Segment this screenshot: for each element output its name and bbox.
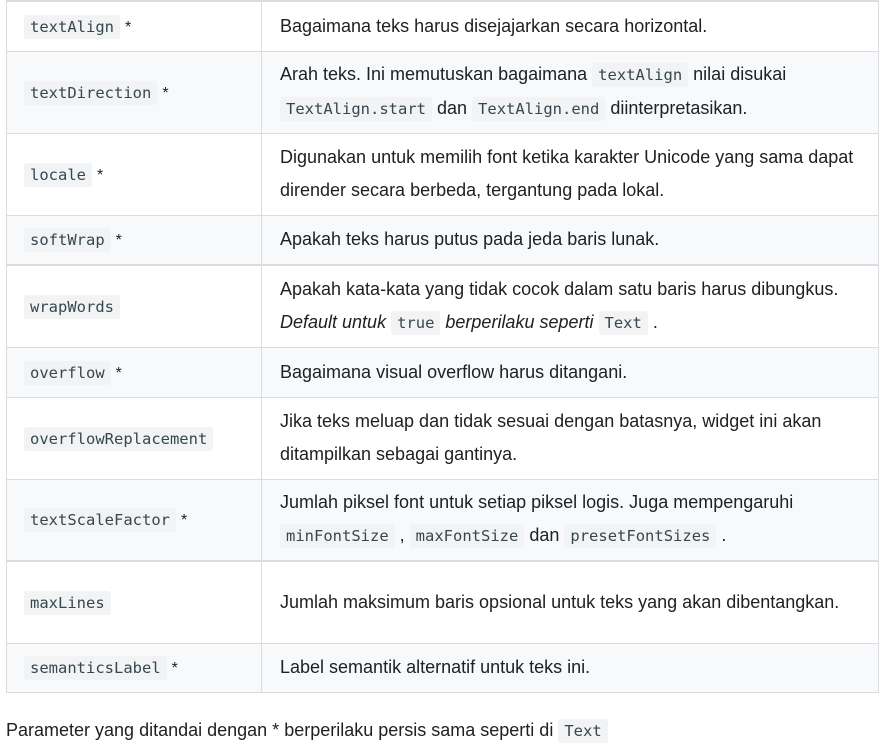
- param-description: Apakah teks harus putus pada jeda baris …: [261, 214, 879, 266]
- desc-text: nilai disukai: [688, 64, 787, 84]
- desc-text: Jumlah piksel font untuk setiap piksel l…: [280, 492, 794, 513]
- param-name: textScaleFactor: [24, 508, 176, 533]
- desc-italic: Default untuk: [280, 311, 392, 332]
- inline-code: minFontSize: [280, 524, 395, 549]
- param-name: locale: [24, 162, 92, 187]
- table-row: textDirection * Arah teks. Ini memutuska…: [6, 50, 879, 134]
- inline-code: maxFontSize: [409, 524, 525, 549]
- param-name: overflowReplacement: [24, 426, 214, 451]
- inline-code: true: [391, 310, 441, 335]
- table-row: softWrap * Apakah teks harus putus pada …: [6, 214, 879, 266]
- asterisk: *: [97, 166, 104, 184]
- param-name-cell: softWrap *: [6, 214, 262, 266]
- inline-code: textAlign: [592, 63, 689, 87]
- param-description: Bagaimana teks harus disejajarkan secara…: [261, 0, 879, 52]
- table-row: overflow * Bagaimana visual overflow har…: [6, 346, 879, 398]
- inline-code: Text: [598, 310, 648, 335]
- param-name-cell: locale *: [6, 132, 262, 216]
- parameters-table: textAlign * Bagaimana teks harus disejaj…: [6, 0, 879, 693]
- asterisk: *: [171, 660, 178, 677]
- desc-text: .: [647, 311, 658, 332]
- table-row: textAlign * Bagaimana teks harus disejaj…: [6, 0, 879, 52]
- param-name-cell: overflow *: [6, 346, 262, 398]
- param-description: Apakah kata-kata yang tidak cocok dalam …: [261, 264, 879, 348]
- param-name: wrapWords: [24, 294, 120, 319]
- param-description: Label semantik alternatif untuk teks ini…: [261, 642, 879, 693]
- page: textAlign * Bagaimana teks harus disejaj…: [0, 0, 896, 747]
- footnote-text: Parameter yang ditandai dengan * berperi…: [6, 720, 559, 740]
- param-name-cell: semanticsLabel *: [6, 642, 262, 693]
- param-description: Digunakan untuk memilih font ketika kara…: [261, 132, 879, 216]
- param-description: Arah teks. Ini memutuskan bagaimana text…: [261, 50, 879, 134]
- table-row: wrapWords Apakah kata-kata yang tidak co…: [6, 264, 879, 348]
- desc-text: dan: [524, 525, 565, 546]
- asterisk: *: [125, 18, 132, 36]
- param-description: Jumlah maksimum baris opsional untuk tek…: [261, 560, 879, 644]
- footnote: Parameter yang ditandai dengan * berperi…: [6, 714, 608, 747]
- inline-code: TextAlign.end: [472, 97, 606, 121]
- param-name-cell: overflowReplacement: [6, 396, 262, 480]
- table-row: maxLines Jumlah maksimum baris opsional …: [6, 560, 879, 644]
- param-name: maxLines: [24, 590, 111, 615]
- param-name: softWrap: [24, 228, 111, 253]
- param-name-cell: textScaleFactor *: [6, 478, 262, 562]
- desc-text: Apakah kata-kata yang tidak cocok dalam …: [280, 278, 839, 299]
- param-name: textDirection: [24, 80, 158, 105]
- param-name: overflow: [24, 360, 111, 385]
- inline-code: presetFontSizes: [564, 524, 717, 549]
- param-name-cell: textAlign *: [6, 0, 262, 52]
- asterisk: *: [162, 84, 169, 102]
- param-name: semanticsLabel: [24, 656, 167, 680]
- desc-text: Arah teks. Ini memutuskan bagaimana: [280, 64, 593, 84]
- param-name-cell: textDirection *: [6, 50, 262, 134]
- desc-text: diinterpretasikan.: [605, 98, 748, 118]
- param-description: Bagaimana visual overflow harus ditangan…: [261, 346, 879, 398]
- inline-code: TextAlign.start: [280, 97, 432, 121]
- param-description: Jumlah piksel font untuk setiap piksel l…: [261, 478, 879, 562]
- desc-italic: berperilaku seperti: [440, 311, 599, 332]
- param-description: Jika teks meluap dan tidak sesuai dengan…: [261, 396, 879, 480]
- inline-code: Text: [558, 719, 608, 743]
- param-name-cell: wrapWords: [6, 264, 262, 348]
- param-name: textAlign: [24, 14, 120, 39]
- table-row: textScaleFactor * Jumlah piksel font unt…: [6, 478, 879, 562]
- param-name-cell: maxLines: [6, 560, 262, 644]
- table-row: semanticsLabel * Label semantik alternat…: [6, 642, 879, 693]
- asterisk: *: [115, 232, 122, 250]
- table-row: overflowReplacement Jika teks meluap dan…: [6, 396, 879, 480]
- desc-text: dan: [431, 98, 473, 118]
- asterisk: *: [181, 512, 188, 530]
- desc-text: .: [716, 525, 727, 546]
- table-row: locale * Digunakan untuk memilih font ke…: [6, 132, 879, 216]
- asterisk: *: [115, 364, 122, 382]
- desc-text: ,: [394, 525, 410, 546]
